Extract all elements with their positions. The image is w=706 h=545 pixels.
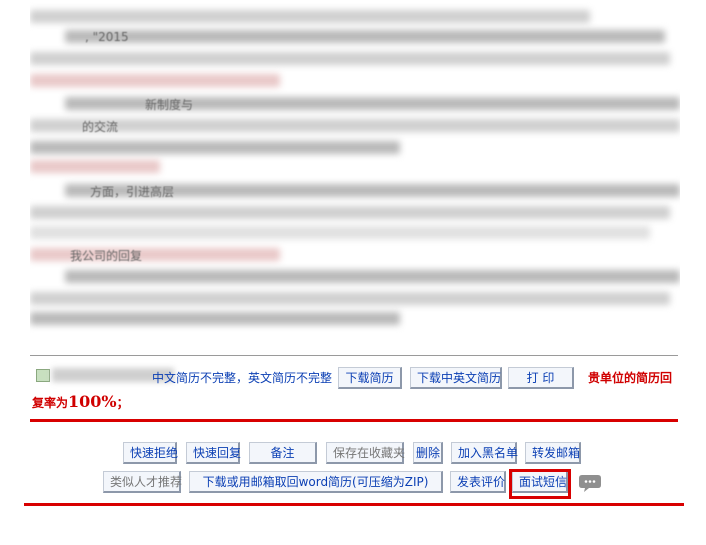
reply-rate-suffix: ； xyxy=(116,396,129,410)
blurred-line xyxy=(30,119,680,132)
resume-completeness-status: 中文简历不完整，英文简历不完整 xyxy=(152,371,333,385)
blurred-line xyxy=(65,30,665,43)
blurred-line xyxy=(30,52,670,65)
download-resume-button[interactable]: 下载简历 xyxy=(338,367,402,389)
resume-status-row: 中文简历不完整，英文简历不完整 下载简历 下载中英文简历 打 印 贵单位的简历回 xyxy=(30,367,690,393)
reply-rate: 复率为100%； xyxy=(32,392,129,411)
forward-to-email-button[interactable]: 转发邮箱 xyxy=(525,442,581,464)
blurred-line xyxy=(30,10,590,23)
highlight-box xyxy=(509,469,571,499)
blurred-line xyxy=(30,248,280,261)
quick-reply-button[interactable]: 快速回复 xyxy=(186,442,241,464)
blurred-line xyxy=(30,141,400,154)
reply-rate-prefix: 贵单位的简历回 xyxy=(588,371,673,385)
post-review-button[interactable]: 发表评价 xyxy=(450,471,506,493)
reply-rate-value: 100% xyxy=(68,392,117,411)
print-button[interactable]: 打 印 xyxy=(508,367,574,389)
ghost-text: , "2015 xyxy=(85,30,129,44)
add-to-blacklist-button[interactable]: 加入黑名单 xyxy=(451,442,518,464)
blurred-line xyxy=(65,270,680,283)
reply-rate-label: 复率为 xyxy=(32,396,69,410)
quick-reject-button[interactable]: 快速拒绝 xyxy=(123,442,178,464)
delete-button[interactable]: 删除 xyxy=(413,442,443,464)
download-cn-en-resume-button[interactable]: 下载中英文简历 xyxy=(410,367,502,389)
download-word-resume-button[interactable]: 下载或用邮箱取回word简历(可压缩为ZIP) xyxy=(189,471,443,493)
chat-bubble-icon[interactable] xyxy=(578,473,602,493)
resume-content-blurred: , "2015 新制度与 的交流 方面，引进高层 我公司的回复 xyxy=(30,0,680,338)
checkbox-icon[interactable] xyxy=(36,369,50,382)
ghost-text: 新制度与 xyxy=(145,98,194,112)
blurred-line xyxy=(30,160,160,173)
ghost-text: 我公司的回复 xyxy=(70,249,143,263)
divider xyxy=(30,355,678,356)
blurred-line xyxy=(30,292,670,305)
ghost-text: 的交流 xyxy=(82,120,119,134)
blurred-line xyxy=(30,206,670,219)
divider-red-bottom xyxy=(24,503,684,506)
blurred-line xyxy=(30,74,280,87)
divider-red xyxy=(30,419,678,422)
save-to-favorites-button[interactable]: 保存在收藏夹 xyxy=(326,442,405,464)
blurred-line xyxy=(30,312,400,325)
note-button[interactable]: 备注 xyxy=(249,442,317,464)
blurred-line xyxy=(30,226,650,239)
similar-talent-button[interactable]: 类似人才推荐 xyxy=(103,471,182,493)
ghost-text: 方面，引进高层 xyxy=(90,185,175,199)
